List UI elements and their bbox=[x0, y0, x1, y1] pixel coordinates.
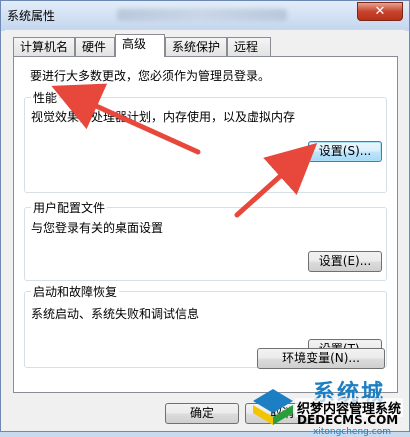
advanced-panel: 要进行大多数更改，您必须作为管理员登录。 性能 视觉效果，处理器计划，内存使用，… bbox=[13, 56, 398, 393]
tab-computer-name[interactable]: 计算机名 bbox=[13, 37, 75, 56]
watermark-line2: DEDECMS.COM bbox=[297, 413, 399, 427]
title-bar[interactable]: 系统属性 ✕ bbox=[1, 1, 409, 29]
watermark: 系统城 织梦内容管理系统 DEDECMS.COM xitongcheng.com bbox=[251, 375, 410, 437]
user-profiles-settings-button[interactable]: 设置(E)... bbox=[308, 251, 382, 272]
watermark-logo-icon bbox=[253, 389, 293, 425]
performance-group: 性能 视觉效果，处理器计划，内存使用，以及虚拟内存 设置(S)... bbox=[24, 89, 387, 193]
dialog-client: 计算机名 硬件 高级 系统保护 远程 要进行大多数更改，您必须作为管理员登录。 … bbox=[5, 30, 405, 428]
tab-advanced[interactable]: 高级 bbox=[115, 34, 165, 57]
tab-hardware[interactable]: 硬件 bbox=[75, 37, 115, 56]
performance-description: 视觉效果，处理器计划，内存使用，以及虚拟内存 bbox=[31, 110, 296, 124]
window-title: 系统属性 bbox=[7, 9, 56, 23]
performance-settings-button[interactable]: 设置(S)... bbox=[308, 141, 382, 162]
user-profiles-title: 用户配置文件 bbox=[31, 199, 108, 216]
system-properties-window: 系统属性 ✕ 计算机名 硬件 高级 系统保护 远程 要进行大多数更改，您必须作为… bbox=[0, 0, 410, 437]
startup-recovery-description: 系统启动、系统失败和调试信息 bbox=[31, 307, 200, 321]
user-profiles-group: 用户配置文件 与您登录有关的桌面设置 设置(E)... bbox=[24, 199, 387, 281]
environment-variables-button[interactable]: 环境变量(N)... bbox=[257, 348, 385, 369]
watermark-url: xitongcheng.com bbox=[313, 427, 391, 437]
startup-recovery-title: 启动和故障恢复 bbox=[31, 283, 120, 300]
performance-title: 性能 bbox=[31, 89, 60, 106]
blurred-title-area bbox=[117, 9, 287, 21]
tab-remote[interactable]: 远程 bbox=[227, 37, 271, 56]
close-button[interactable]: ✕ bbox=[357, 2, 403, 21]
admin-note: 要进行大多数更改，您必须作为管理员登录。 bbox=[30, 69, 271, 83]
user-profiles-description: 与您登录有关的桌面设置 bbox=[31, 221, 164, 235]
ok-button[interactable]: 确定 bbox=[165, 403, 239, 424]
tab-system-protection[interactable]: 系统保护 bbox=[165, 37, 227, 56]
